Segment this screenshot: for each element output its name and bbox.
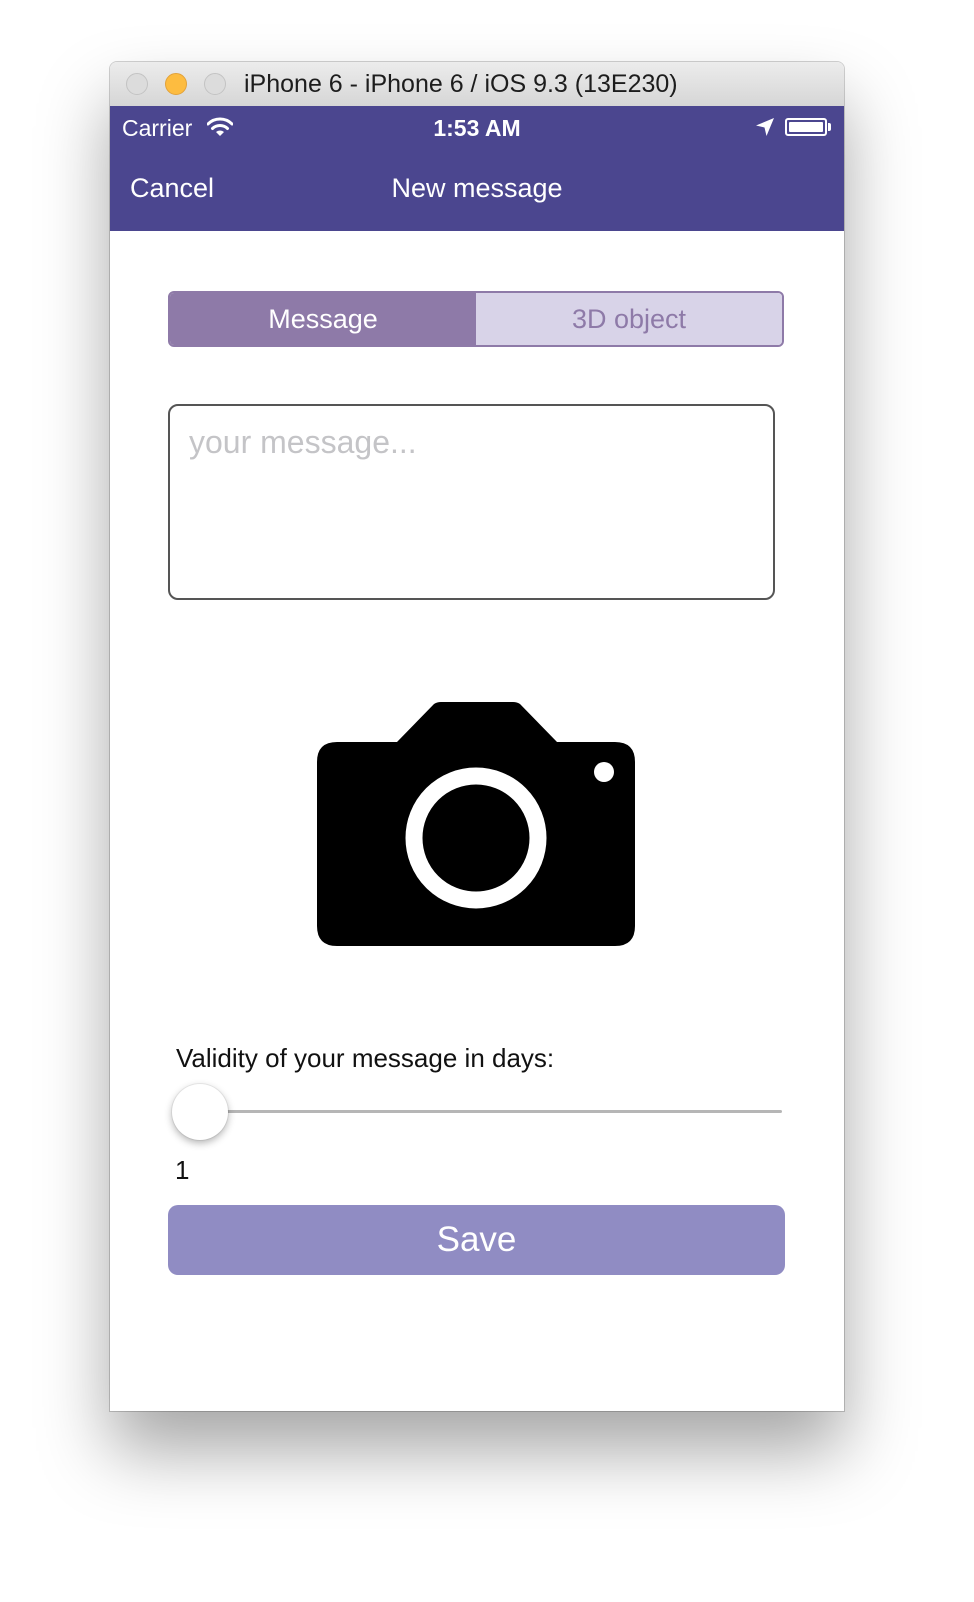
segment-message[interactable]: Message	[170, 293, 476, 345]
minimize-window-button[interactable]	[165, 73, 187, 95]
save-button[interactable]: Save	[168, 1205, 785, 1275]
validity-value: 1	[175, 1155, 190, 1185]
battery-icon	[785, 118, 827, 136]
validity-slider[interactable]	[172, 1082, 782, 1142]
segment-3d-object[interactable]: 3D object	[476, 293, 782, 345]
slider-thumb[interactable]	[172, 1084, 228, 1140]
slider-track	[200, 1110, 782, 1113]
message-input[interactable]	[168, 404, 775, 600]
window-titlebar: iPhone 6 - iPhone 6 / iOS 9.3 (13E230)	[110, 62, 844, 107]
close-window-button[interactable]	[126, 73, 148, 95]
window-title: iPhone 6 - iPhone 6 / iOS 9.3 (13E230)	[244, 70, 678, 98]
zoom-window-button[interactable]	[204, 73, 226, 95]
location-arrow-icon	[756, 118, 774, 136]
camera-icon[interactable]	[317, 702, 637, 948]
page-title: New message	[391, 173, 563, 203]
type-segmented-control: Message 3D object	[168, 291, 784, 347]
battery-tip	[828, 123, 831, 131]
navigation-bar: Carrier 1:53 AM Cancel New message	[110, 106, 844, 231]
simulator-window: iPhone 6 - iPhone 6 / iOS 9.3 (13E230) C…	[110, 62, 844, 1411]
validity-label: Validity of your message in days:	[176, 1043, 555, 1073]
status-time: 1:53 AM	[433, 115, 521, 141]
